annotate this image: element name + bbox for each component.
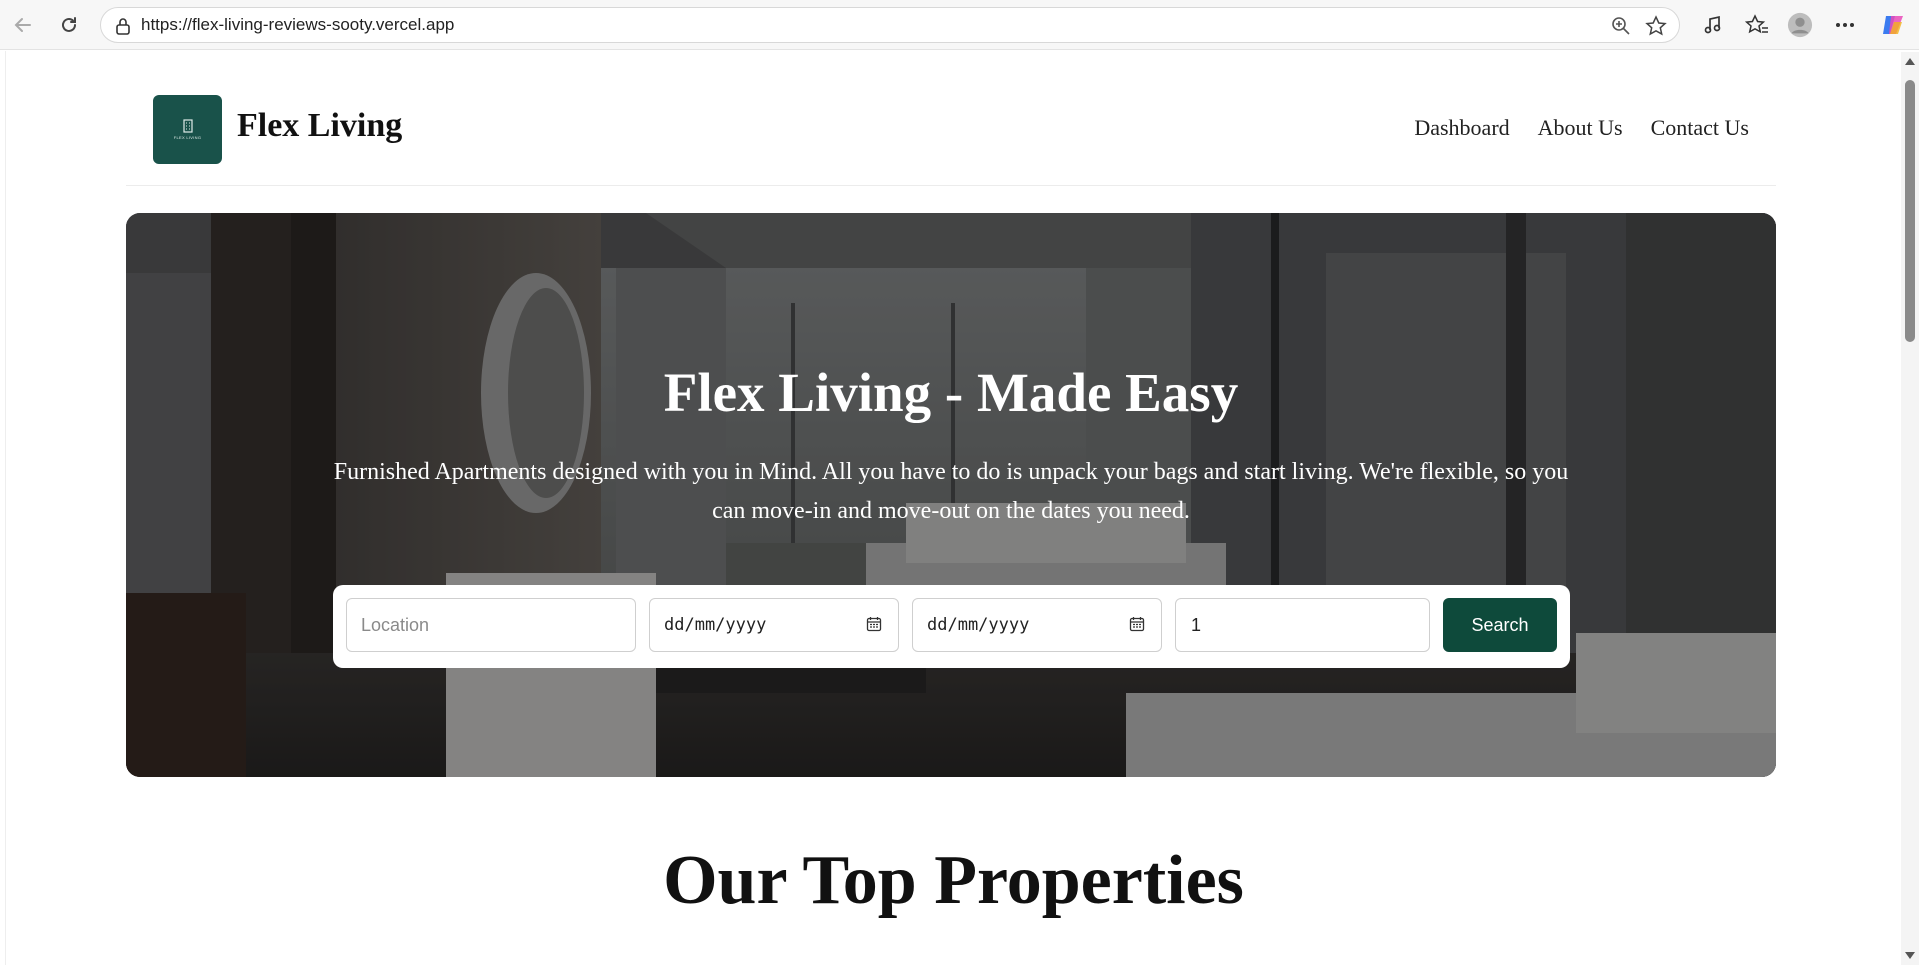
url-text[interactable]: https://flex-living-reviews-sooty.vercel… (141, 15, 454, 35)
calendar-icon[interactable] (866, 616, 882, 637)
location-input[interactable] (346, 598, 636, 652)
checkout-date-input[interactable]: dd/mm/yyyy (912, 598, 1162, 652)
page-scrollbar[interactable] (1901, 52, 1919, 965)
main-nav: Dashboard About Us Contact Us (1414, 115, 1749, 141)
zoom-icon[interactable] (1611, 16, 1631, 41)
logo-text: FLEX LIVING (173, 135, 202, 140)
search-form: dd/mm/yyyy dd/mm/yyyy 1 Search (333, 585, 1570, 668)
address-bar[interactable]: https://flex-living-reviews-sooty.vercel… (100, 7, 1680, 43)
lock-icon[interactable] (115, 17, 131, 40)
nav-contact-us[interactable]: Contact Us (1651, 115, 1749, 141)
favorites-icon[interactable] (1744, 12, 1770, 38)
site-header: FLEX LIVING Flex Living Dashboard About … (126, 51, 1776, 186)
guests-value[interactable]: 1 (1191, 615, 1201, 636)
search-button[interactable]: Search (1443, 598, 1557, 652)
more-icon[interactable] (1832, 12, 1858, 38)
hero-banner: Flex Living - Made Easy Furnished Apartm… (126, 213, 1776, 777)
checkout-date-placeholder: dd/mm/yyyy (927, 615, 1030, 635)
brand-name[interactable]: Flex Living (237, 107, 402, 145)
profile-icon[interactable] (1787, 12, 1813, 38)
copilot-icon[interactable] (1880, 12, 1906, 38)
scroll-up-icon[interactable] (1905, 58, 1915, 65)
guests-input[interactable]: 1 (1175, 598, 1430, 652)
reload-icon[interactable] (56, 12, 82, 38)
back-icon[interactable] (10, 12, 36, 38)
browser-toolbar: https://flex-living-reviews-sooty.vercel… (0, 0, 1919, 50)
calendar-icon[interactable] (1129, 616, 1145, 637)
media-icon[interactable] (1700, 12, 1726, 38)
hero-title: Flex Living - Made Easy (663, 362, 1239, 423)
favorite-star-icon[interactable] (1645, 15, 1667, 42)
top-properties-heading: Our Top Properties (663, 842, 1244, 919)
nav-about-us[interactable]: About Us (1538, 115, 1623, 141)
logo[interactable]: FLEX LIVING (153, 95, 222, 164)
building-icon (182, 119, 193, 133)
location-field[interactable] (361, 614, 581, 636)
checkin-date-placeholder: dd/mm/yyyy (664, 615, 767, 635)
page-content: FLEX LIVING Flex Living Dashboard About … (5, 51, 1900, 965)
checkin-date-input[interactable]: dd/mm/yyyy (649, 598, 899, 652)
hero-subtitle: Furnished Apartments designed with you i… (333, 459, 1569, 524)
scroll-down-icon[interactable] (1905, 952, 1915, 959)
scrollbar-thumb[interactable] (1905, 80, 1915, 342)
nav-dashboard[interactable]: Dashboard (1414, 115, 1509, 141)
